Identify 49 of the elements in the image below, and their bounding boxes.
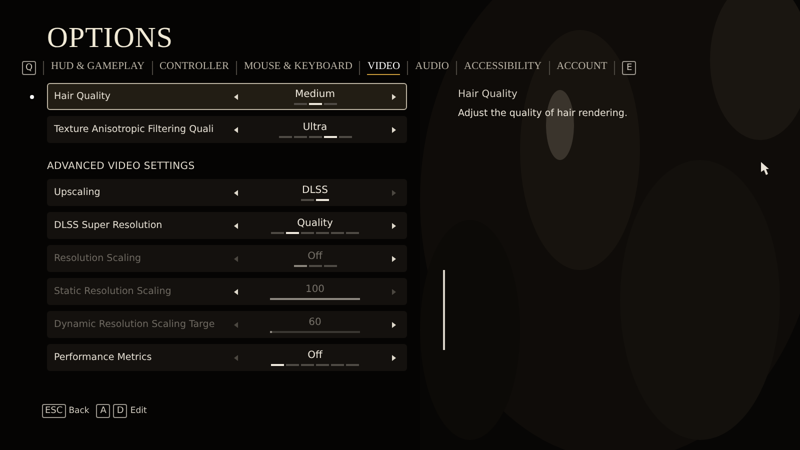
tab[interactable]: AUDIO: [415, 61, 449, 75]
setting-row[interactable]: DLSS Super Resolution Quality: [47, 212, 407, 239]
setting-row[interactable]: Texture Anisotropic Filtering Quali Ultra: [47, 116, 407, 143]
description-title: Hair Quality: [458, 89, 518, 100]
right-arrow-icon[interactable]: [392, 354, 396, 360]
right-arrow-icon[interactable]: [392, 222, 396, 228]
description-text: Adjust the quality of hair rendering.: [458, 108, 628, 119]
setting-label: Dynamic Resolution Scaling Targe: [54, 319, 216, 330]
setting-label: Performance Metrics: [54, 352, 153, 363]
setting-label: DLSS Super Resolution: [54, 220, 164, 231]
setting-row[interactable]: Hair Quality Medium: [47, 83, 407, 110]
tab[interactable]: MOUSE & KEYBOARD: [244, 61, 352, 75]
hint-label: Back: [68, 406, 90, 416]
key-hint: Q: [22, 61, 36, 75]
right-arrow-icon[interactable]: [392, 126, 396, 132]
setting-label: Hair Quality: [54, 91, 112, 102]
key-hint: D: [113, 404, 128, 418]
right-arrow-icon[interactable]: [392, 94, 396, 100]
setting-value: DLSS: [302, 184, 328, 196]
setting-label: Upscaling: [54, 187, 102, 198]
left-arrow-icon[interactable]: [234, 126, 238, 132]
section-heading: ADVANCED VIDEO SETTINGS: [47, 161, 196, 172]
setting-value: 60: [308, 316, 322, 328]
left-arrow-icon[interactable]: [234, 94, 238, 100]
setting-value: Quality: [297, 218, 333, 228]
setting-label: Resolution Scaling: [54, 253, 142, 264]
setting-value: Off: [308, 350, 322, 360]
tab[interactable]: ACCESSIBILITY: [464, 61, 542, 75]
key-hint: A: [96, 404, 110, 418]
setting-value: Off: [308, 250, 322, 262]
tab[interactable]: VIDEO: [367, 61, 400, 75]
scrollbar-thumb[interactable]: [443, 270, 445, 350]
setting-value: 100: [305, 284, 325, 294]
setting-value: Medium: [295, 88, 335, 100]
key-hint: ESC: [42, 404, 66, 418]
hint-label: Edit: [130, 406, 147, 416]
left-arrow-icon[interactable]: [234, 222, 238, 228]
setting-row[interactable]: Performance Metrics Off: [47, 344, 407, 371]
tab[interactable]: HUD & GAMEPLAY: [51, 61, 145, 75]
tab[interactable]: ACCOUNT: [556, 61, 608, 75]
setting-value: Ultra: [302, 122, 328, 132]
key-hint: E: [622, 61, 636, 75]
setting-label: Static Resolution Scaling: [54, 286, 172, 297]
setting-row[interactable]: Upscaling DLSS: [47, 179, 407, 206]
tab[interactable]: CONTROLLER: [160, 61, 229, 75]
left-arrow-icon[interactable]: [234, 190, 238, 196]
cursor-icon: [761, 162, 770, 176]
setting-label: Texture Anisotropic Filtering Quali: [54, 124, 215, 135]
page-title: OPTIONS: [47, 22, 174, 54]
